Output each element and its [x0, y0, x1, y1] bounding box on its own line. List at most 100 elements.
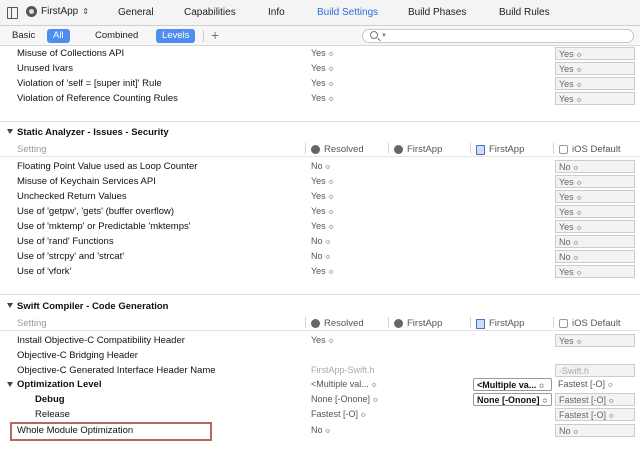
setting-name: Use of 'strcpy' and 'strcat' [17, 251, 125, 262]
ios-default-label: iOS Default [572, 318, 621, 329]
setting-row[interactable]: Use of 'rand' Functions No ≎ No ≎ [0, 234, 640, 249]
setting-row[interactable]: Unused Ivars Yes ≎ Yes ≎ [0, 61, 640, 76]
stepper-icon: ≎ [542, 398, 548, 405]
disclosure-triangle-icon[interactable] [7, 382, 13, 387]
stepper-icon: ≎ [328, 179, 335, 186]
ios-default-column-header: iOS Default [559, 318, 621, 329]
disclosure-triangle-icon[interactable] [7, 303, 13, 308]
resolved-value: Yes ≎ [311, 78, 335, 88]
ios-default-value: Yes ≎ [555, 47, 635, 60]
ios-default-value: Yes ≎ [555, 205, 635, 218]
filter-basic[interactable]: Basic [6, 29, 41, 43]
updown-chevron-icon: ⇕ [82, 7, 89, 16]
column-divider [470, 317, 471, 328]
search-input[interactable]: ▼ [362, 29, 634, 43]
filter-levels[interactable]: Levels [156, 29, 196, 43]
setting-name: Use of 'mktemp' or Predictable 'mktemps' [17, 221, 191, 232]
section-header-swift[interactable]: Swift Compiler - Code Generation [0, 298, 640, 314]
resolved-value: Yes ≎ [311, 191, 335, 201]
setting-row-debug[interactable]: Debug None [-Onone] ≎ None [-Onone] ≎ Fa… [0, 392, 640, 407]
resolved-value: Yes ≎ [311, 266, 335, 276]
ios-default-value: Fastest [-O] ≎ [558, 379, 614, 389]
setting-row[interactable]: Violation of Reference Counting Rules Yes… [0, 91, 640, 106]
editor-tab-bar: FirstApp ⇕ General Capabilities Info Bui… [0, 0, 640, 26]
target-icon [394, 145, 403, 154]
tab-capabilities[interactable]: Capabilities [184, 7, 236, 18]
stepper-icon: ≎ [576, 270, 583, 277]
stepper-icon: ≎ [325, 164, 331, 171]
stepper-icon: ≎ [576, 210, 583, 217]
target-name: FirstApp [41, 6, 79, 17]
stepper-icon: ≎ [328, 81, 335, 88]
section-divider [0, 294, 640, 295]
ios-default-column-header: iOS Default [559, 144, 621, 155]
stepper-icon: ≎ [371, 382, 378, 389]
disclosure-triangle-icon[interactable] [7, 129, 13, 134]
setting-row[interactable]: Unchecked Return Values Yes ≎ Yes ≎ [0, 189, 640, 204]
section-header-security[interactable]: Static Analyzer - Issues - Security [0, 124, 640, 140]
ios-default-value: Yes ≎ [555, 220, 635, 233]
ios-default-value: Fastest [-O] ≎ [555, 408, 635, 421]
setting-row[interactable]: Install Objective-C Compatibility Header… [0, 333, 640, 348]
setting-row[interactable]: Use of 'strcpy' and 'strcat' No ≎ No ≎ [0, 249, 640, 264]
stepper-icon: ≎ [607, 382, 614, 389]
setting-row[interactable]: Violation of 'self = [super init]' Rule Y… [0, 76, 640, 91]
stepper-icon: ≎ [576, 180, 583, 187]
setting-name: Release [35, 409, 70, 420]
resolved-value: FirstApp-Swift.h [311, 365, 375, 375]
setting-row-release[interactable]: Release Fastest [-O] ≎ Fastest [-O] ≎ [0, 407, 640, 422]
resolved-value: Yes ≎ [311, 176, 335, 186]
tab-build-settings[interactable]: Build Settings [317, 7, 378, 18]
levels-header-row: Setting Resolved FirstApp FirstApp iOS D… [0, 315, 640, 331]
tab-general[interactable]: General [118, 7, 154, 18]
stepper-icon: ≎ [328, 269, 335, 276]
column-divider [553, 143, 554, 154]
column-divider [388, 317, 389, 328]
setting-row[interactable]: Misuse of Keychain Services API Yes ≎ Yes … [0, 174, 640, 189]
app-target-icon [26, 6, 37, 17]
setting-row[interactable]: Floating Point Value used as Loop Counte… [0, 159, 640, 174]
project-icon [476, 318, 485, 329]
tab-build-rules[interactable]: Build Rules [499, 7, 550, 18]
sidebar-toggle-icon[interactable] [7, 7, 18, 19]
stepper-icon: ≎ [328, 96, 335, 103]
add-setting-button[interactable]: + [211, 27, 219, 43]
tab-build-phases[interactable]: Build Phases [408, 7, 466, 18]
setting-row[interactable]: Objective-C Generated Interface Header N… [0, 363, 640, 378]
ios-icon [559, 145, 568, 154]
setting-row[interactable]: Objective-C Bridging Header [0, 348, 640, 363]
resolved-label: Resolved [324, 144, 364, 155]
setting-row[interactable]: Misuse of Collections API Yes ≎ Yes ≎ [0, 46, 640, 61]
target-value-popup[interactable]: None [-Onone] ≎ [473, 393, 552, 406]
resolved-column-header: Resolved [311, 318, 364, 329]
ios-default-value: Yes ≎ [555, 175, 635, 188]
setting-row[interactable]: Use of 'getpw', 'gets' (buffer overflow)… [0, 204, 640, 219]
filter-all[interactable]: All [47, 29, 70, 43]
stepper-icon: ≎ [576, 52, 583, 59]
stepper-icon: ≎ [328, 51, 335, 58]
setting-column-label: Setting [17, 318, 47, 329]
stepper-icon: ≎ [608, 413, 615, 420]
resolved-value: No ≎ [311, 251, 331, 261]
setting-name: Objective-C Bridging Header [17, 350, 138, 361]
stepper-icon: ≎ [328, 209, 335, 216]
project-label: FirstApp [489, 144, 525, 155]
stepper-icon: ≎ [576, 195, 583, 202]
column-divider [553, 317, 554, 328]
setting-name: Floating Point Value used as Loop Counte… [17, 161, 198, 172]
stepper-icon: ≎ [576, 339, 583, 346]
target-value-popup[interactable]: <Multiple va... ≎ [473, 378, 552, 391]
stepper-icon: ≎ [372, 397, 379, 404]
target-selector[interactable]: FirstApp ⇕ [26, 6, 89, 17]
ios-default-value: Yes ≎ [555, 92, 635, 105]
filter-combined[interactable]: Combined [89, 29, 144, 43]
stepper-icon: ≎ [573, 429, 579, 436]
setting-row[interactable]: Use of 'vfork' Yes ≎ Yes ≎ [0, 264, 640, 279]
ios-default-value: No ≎ [555, 235, 635, 248]
tab-info[interactable]: Info [268, 7, 285, 18]
filter-divider [203, 30, 204, 42]
setting-name: Violation of Reference Counting Rules [17, 93, 178, 104]
setting-row-optimization-level[interactable]: Optimization Level <Multiple val... ≎ <M… [0, 377, 640, 392]
setting-row[interactable]: Use of 'mktemp' or Predictable 'mktemps'… [0, 219, 640, 234]
stepper-icon: ≎ [608, 398, 615, 405]
